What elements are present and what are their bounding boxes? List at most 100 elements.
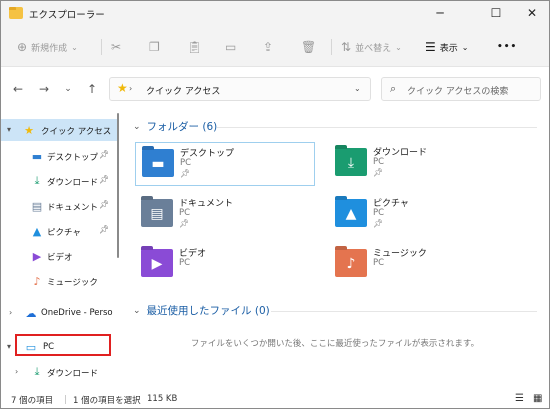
cut-button[interactable]: ✂ (111, 37, 125, 57)
download-icon: ⤓ (347, 155, 355, 171)
folder-location: PC (179, 208, 191, 218)
sidebar-item-label: ピクチャ (47, 228, 81, 238)
sidebar-item-music[interactable]: ♪ ミュージック (1, 270, 117, 292)
pin-icon: 📌︎ (99, 175, 110, 184)
chevron-down-icon: ⌄ (71, 42, 78, 52)
status-divider (65, 395, 66, 404)
status-bar: 7 個の項目 1 個の項目を選択 115 KB ☰ ▦ (1, 390, 549, 408)
search-placeholder: クイック アクセスの検索 (407, 87, 509, 97)
folder-downloads-icon: ⤓ (335, 148, 367, 176)
sort-button-label: 並べ替え (355, 43, 392, 54)
music-icon: ♪ (33, 274, 41, 288)
desktop-icon: ▬ (31, 149, 43, 163)
folder-location: PC (179, 258, 191, 268)
explorer-window: エクスプローラー ─ ☐ ✕ ⊕ 新規作成 ⌄ ✂ ❐ 📋︎ ▭ ⇪ 🗑︎ ⇅ … (0, 0, 550, 409)
folder-tile-videos[interactable]: ▶ ビデオ PC (135, 243, 315, 287)
chevron-down-icon[interactable]: ▾ (7, 342, 11, 351)
sidebar-scrollbar[interactable] (117, 113, 119, 258)
main-content: ⌄ フォルダー (6) ▬ デスクトップ PC 📌︎ ⤓ ダウンロード PC 📌… (121, 113, 549, 389)
sidebar-item-label: クイック アクセス (41, 127, 112, 137)
chevron-down-icon: ⌄ (64, 84, 72, 94)
window-title: エクスプローラー (29, 10, 105, 21)
address-path[interactable]: クイック アクセス (146, 84, 220, 97)
folder-tile-pictures[interactable]: ▲ ピクチャ PC 📌︎ (329, 193, 509, 237)
sidebar-item-label: ミュージック (47, 278, 98, 288)
chevron-right-icon[interactable]: › (9, 308, 12, 317)
sidebar-item-onedrive[interactable]: › ☁ OneDrive - Perso (1, 302, 117, 324)
folders-group-header[interactable]: ⌄ フォルダー (6) (133, 119, 217, 134)
folder-tile-documents[interactable]: ▤ ドキュメント PC 📌︎ (135, 193, 315, 237)
folder-location: PC (373, 157, 385, 167)
back-button[interactable]: ← (9, 80, 27, 98)
folder-music-icon: ♪ (335, 249, 367, 277)
document-icon: ▤ (31, 199, 43, 213)
details-view-icon[interactable]: ☰ (515, 393, 524, 404)
toolbar-divider (331, 39, 332, 55)
new-button[interactable]: ⊕ 新規作成 ⌄ (17, 37, 78, 57)
recent-empty-message: ファイルをいくつか開いた後、ここに最近使ったファイルが表示されます。 (190, 339, 480, 349)
pin-icon: 📌︎ (373, 219, 384, 228)
chevron-down-icon: ⌄ (395, 42, 402, 52)
folder-tile-downloads[interactable]: ⤓ ダウンロード PC 📌︎ (329, 142, 509, 186)
sidebar-item-quick-access[interactable]: ▾ ★ クイック アクセス (1, 119, 117, 141)
folder-location: PC (180, 158, 192, 168)
arrow-left-icon: ← (12, 82, 24, 96)
sidebar-item-downloads[interactable]: ⤓ ダウンロード 📌︎ (1, 170, 117, 192)
picture-icon: ▲ (32, 224, 42, 238)
maximize-button[interactable]: ☐ (481, 3, 511, 23)
sidebar-item-pictures[interactable]: ▲ ピクチャ 📌︎ (1, 220, 117, 242)
group-divider (271, 311, 537, 312)
folder-tile-desktop[interactable]: ▬ デスクトップ PC 📌︎ (135, 142, 315, 186)
group-divider (217, 127, 537, 128)
picture-icon: ▲ (345, 206, 357, 222)
search-box[interactable]: ⌕ クイック アクセスの検索 (381, 77, 541, 101)
plus-circle-icon: ⊕ (17, 40, 28, 54)
sidebar-item-documents[interactable]: ▤ ドキュメント 📌︎ (1, 195, 117, 217)
arrow-right-icon: → (38, 82, 50, 96)
delete-button[interactable]: 🗑︎ (301, 37, 320, 57)
rename-button[interactable]: ▭ (225, 37, 240, 57)
toolbar-divider (101, 39, 102, 55)
chevron-down-icon[interactable]: ▾ (7, 125, 11, 134)
sidebar-item-label: ダウンロード (47, 178, 99, 188)
rename-icon: ▭ (225, 40, 237, 54)
minimize-button[interactable]: ─ (425, 3, 455, 23)
star-icon: ★ (117, 81, 128, 95)
sidebar-item-videos[interactable]: ▶ ビデオ (1, 245, 117, 267)
tiles-view-icon[interactable]: ▦ (533, 393, 542, 404)
view-button[interactable]: ☰ 表示 ⌄ (425, 37, 468, 57)
pin-icon: 📌︎ (99, 225, 110, 234)
chevron-right-icon[interactable]: › (15, 367, 18, 376)
chevron-right-icon[interactable]: › (216, 84, 219, 93)
scissors-icon: ✂ (111, 40, 122, 54)
more-options-button[interactable]: ••• (497, 37, 517, 57)
folders-group-title: フォルダー (6) (146, 121, 218, 133)
up-button[interactable]: ↑ (83, 80, 101, 98)
address-bar[interactable]: ★ › クイック アクセス › ⌄ (109, 77, 371, 101)
folder-location: PC (373, 208, 385, 218)
recent-locations-button[interactable]: ⌄ (59, 80, 77, 98)
sidebar-item-pc-downloads[interactable]: › ⤓ ダウンロード (1, 361, 117, 383)
folder-tile-music[interactable]: ♪ ミュージック PC (329, 243, 509, 287)
address-dropdown-icon[interactable]: ⌄ (354, 84, 361, 93)
close-button[interactable]: ✕ (517, 3, 547, 23)
document-icon: ▤ (150, 206, 164, 222)
pin-icon: 📌︎ (373, 168, 384, 177)
recent-group-header[interactable]: ⌄ 最近使用したファイル (0) (133, 303, 270, 318)
view-icon: ☰ (425, 40, 436, 54)
copy-button[interactable]: ❐ (149, 37, 164, 57)
music-icon: ♪ (346, 256, 356, 272)
desktop-icon: ▬ (151, 156, 165, 172)
arrow-up-icon: ↑ (86, 82, 98, 96)
folder-pictures-icon: ▲ (335, 199, 367, 227)
forward-button[interactable]: → (35, 80, 53, 98)
sort-button[interactable]: ⇅ 並べ替え ⌄ (341, 37, 402, 57)
chevron-down-icon: ⌄ (461, 42, 469, 52)
address-row: ← → ⌄ ↑ ★ › クイック アクセス › ⌄ ⌕ クイック アクセスの検索 (1, 68, 549, 112)
pin-icon: 📌︎ (179, 219, 190, 228)
paste-button[interactable]: 📋︎ (187, 37, 206, 57)
folder-documents-icon: ▤ (141, 199, 173, 227)
sidebar-item-desktop[interactable]: ▬ デスクトップ 📌︎ (1, 145, 117, 167)
share-button[interactable]: ⇪ (263, 37, 277, 57)
pc-highlight-box (15, 334, 111, 356)
